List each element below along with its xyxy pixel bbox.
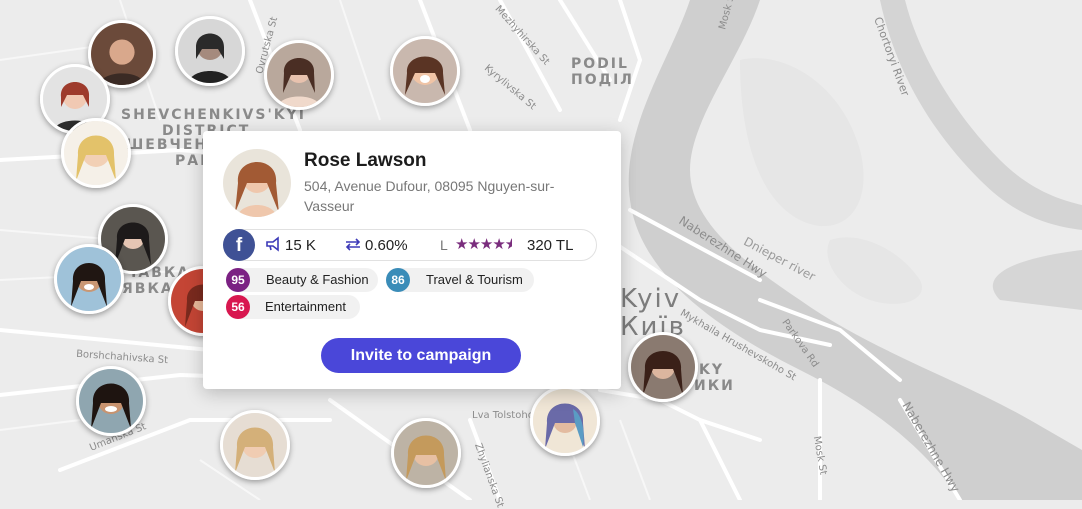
city-label: Kyiv <box>620 284 682 314</box>
influencer-pin[interactable] <box>390 36 460 106</box>
influencer-pin[interactable] <box>628 332 698 402</box>
influencer-pin[interactable] <box>530 386 600 456</box>
category-tag: 56 Entertainment <box>226 295 360 319</box>
influencer-avatar <box>223 149 291 217</box>
rating-stars: ★★★★★ <box>455 236 512 253</box>
influencer-pin[interactable] <box>61 118 131 188</box>
influencer-pin[interactable] <box>76 366 146 436</box>
engagement-value: 0.60% <box>365 237 408 254</box>
district-label: SHEVCHENKIVS'KYI <box>121 107 306 123</box>
category-label: Entertainment <box>265 299 346 314</box>
level-label: L <box>440 237 448 253</box>
influencer-pin[interactable] <box>54 244 124 314</box>
influencer-card: Rose Lawson 504, Avenue Dufour, 08095 Ng… <box>203 131 621 389</box>
influencer-pin[interactable] <box>264 40 334 110</box>
stats-bar: f 15 K 0.60% L ★★★★★ 320 TL <box>223 229 597 261</box>
facebook-icon: f <box>223 229 255 261</box>
influencer-pin[interactable] <box>391 418 461 488</box>
reach-value: 15 K <box>285 237 316 254</box>
category-label: Beauty & Fashion <box>266 272 369 287</box>
influencer-pin[interactable] <box>220 410 290 480</box>
megaphone-icon <box>266 236 279 252</box>
category-tag: 86 Travel & Tourism <box>386 268 534 292</box>
invite-to-campaign-button[interactable]: Invite to campaign <box>321 338 521 373</box>
district-label: KY <box>699 362 724 378</box>
category-score: 95 <box>226 268 250 292</box>
category-score: 86 <box>386 268 410 292</box>
district-label: ИКИ <box>694 378 735 394</box>
category-label: Travel & Tourism <box>426 272 523 287</box>
influencer-name: Rose Lawson <box>304 150 427 171</box>
engagement-icon <box>345 238 361 251</box>
influencer-pin[interactable] <box>175 16 245 86</box>
category-score: 56 <box>226 295 250 319</box>
influencer-address: 504, Avenue Dufour, 08095 Nguyen-sur-Vas… <box>304 178 555 214</box>
district-label: ПОДІЛ <box>571 72 634 88</box>
category-tag: 95 Beauty & Fashion <box>226 268 378 292</box>
price-value: 320 TL <box>527 237 574 254</box>
district-label: ЯВКА <box>122 281 174 297</box>
district-label: PODIL <box>571 56 629 72</box>
